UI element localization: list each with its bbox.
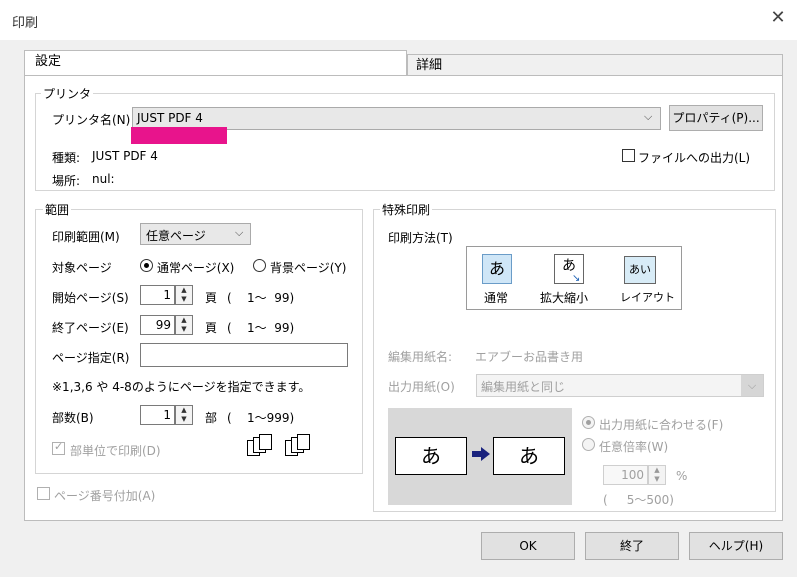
- preview-source-char: あ: [421, 444, 441, 468]
- end-page-label: 終了ページ(E): [52, 321, 129, 335]
- printer-location-label: 場所:: [52, 174, 81, 188]
- printer-type-value: JUST PDF 4: [92, 149, 158, 163]
- file-output-label: ファイルへの出力(L): [638, 151, 751, 165]
- close-icon[interactable]: ✕: [768, 8, 788, 28]
- range-group-label: 範囲: [43, 201, 72, 218]
- title-bar: [0, 0, 797, 40]
- close-button[interactable]: 終了: [585, 532, 679, 560]
- resize-arrow-icon: ↘: [572, 273, 581, 284]
- background-page-radio[interactable]: [253, 259, 266, 272]
- copies-stepper[interactable]: ▲ ▼: [175, 405, 193, 425]
- start-page-stepper[interactable]: ▲ ▼: [175, 285, 193, 305]
- method-scale-button[interactable]: あ ↘: [554, 254, 584, 284]
- page-spec-label: ページ指定(R): [52, 351, 130, 365]
- print-range-value: 任意ページ: [146, 229, 206, 243]
- preview-source-page: あ: [395, 437, 467, 475]
- custom-scale-radio[interactable]: [582, 438, 595, 451]
- output-paper-select[interactable]: 編集用紙と同じ ⌵: [476, 374, 764, 397]
- help-button[interactable]: ヘルプ(H): [689, 532, 783, 560]
- collate-pages-icon: [245, 432, 317, 464]
- chevron-down-icon: ⌵: [741, 375, 763, 396]
- output-paper-value: 編集用紙と同じ: [481, 380, 566, 394]
- chevron-down-icon: ⌵: [235, 226, 244, 239]
- output-paper-label: 出力用紙(O): [388, 380, 455, 394]
- copies-label: 部数(B): [52, 411, 94, 425]
- ok-button[interactable]: OK: [481, 532, 575, 560]
- start-page-unit: 頁: [205, 291, 218, 305]
- fit-paper-label: 出力用紙に合わせる(F): [599, 418, 724, 432]
- check-icon: ✓: [54, 440, 64, 453]
- method-layout-label: レイアウト: [620, 291, 675, 304]
- method-scale-label: 拡大縮小: [540, 291, 589, 305]
- background-page-label: 背景ページ(Y): [270, 261, 347, 275]
- collate-label: 部単位で印刷(D): [70, 444, 161, 458]
- printer-highlight-mark: [131, 127, 227, 144]
- properties-button[interactable]: プロパティ(P)...: [669, 105, 763, 131]
- tab-settings[interactable]: 設定: [24, 50, 407, 76]
- print-range-select[interactable]: 任意ページ ⌵: [140, 223, 251, 245]
- tab-details[interactable]: 詳細: [407, 54, 783, 76]
- preview-target-page: あ: [493, 437, 565, 475]
- start-page-input[interactable]: 1: [140, 285, 175, 305]
- radio-dot: [586, 420, 591, 425]
- normal-page-label: 通常ページ(X): [157, 261, 235, 275]
- collate-checkbox[interactable]: ✓: [52, 440, 65, 455]
- copies-unit: 部: [205, 411, 218, 425]
- page-spec-input[interactable]: [140, 343, 348, 367]
- method-normal-button[interactable]: あ: [482, 254, 512, 284]
- scale-unit: %: [676, 469, 688, 483]
- normal-page-radio[interactable]: [140, 259, 153, 272]
- print-range-label: 印刷範囲(M): [52, 230, 120, 244]
- method-layout-icon: あい: [629, 263, 651, 276]
- preview-target-char: あ: [519, 444, 539, 468]
- end-page-range: ( 1～ 99): [227, 321, 295, 335]
- page-number-checkbox[interactable]: [37, 487, 50, 500]
- end-page-stepper[interactable]: ▲ ▼: [175, 315, 193, 335]
- custom-scale-label: 任意倍率(W): [599, 440, 669, 454]
- chevron-down-icon: ⌵: [644, 110, 653, 123]
- end-page-input[interactable]: 99: [140, 315, 175, 335]
- paper-name-value: エアブーお品書き用: [475, 350, 584, 364]
- printer-group-label: プリンタ: [41, 85, 94, 102]
- start-page-label: 開始ページ(S): [52, 291, 129, 305]
- copies-range: ( 1～999): [227, 411, 295, 425]
- fit-paper-radio[interactable]: [582, 416, 595, 429]
- scale-range: ( 5～500): [603, 493, 674, 507]
- printer-name-value: JUST PDF 4: [137, 111, 203, 125]
- file-output-checkbox[interactable]: [622, 149, 635, 162]
- special-print-group-label: 特殊印刷: [380, 201, 433, 218]
- page-spec-note: ※1,3,6 や 4-8のようにページを指定できます。: [52, 380, 311, 394]
- printer-type-label: 種類:: [52, 151, 81, 165]
- printer-location-value: nul:: [92, 172, 115, 186]
- copies-input[interactable]: 1: [140, 405, 175, 425]
- start-page-range: ( 1～ 99): [227, 291, 295, 305]
- target-page-label: 対象ページ: [52, 261, 112, 275]
- method-normal-label: 通常: [484, 291, 509, 305]
- end-page-unit: 頁: [205, 321, 218, 335]
- method-layout-button[interactable]: あい: [624, 256, 656, 284]
- paper-name-label: 編集用紙名:: [388, 350, 453, 364]
- window-title: 印刷: [12, 16, 39, 31]
- arrow-right-icon: [471, 446, 491, 465]
- scale-input[interactable]: 100: [603, 465, 648, 485]
- method-normal-icon: あ: [488, 259, 505, 278]
- printer-name-label: プリンタ名(N): [52, 113, 131, 127]
- page-number-label: ページ番号付加(A): [54, 489, 156, 503]
- scale-stepper[interactable]: ▲ ▼: [648, 465, 666, 485]
- print-method-label: 印刷方法(T): [388, 231, 453, 245]
